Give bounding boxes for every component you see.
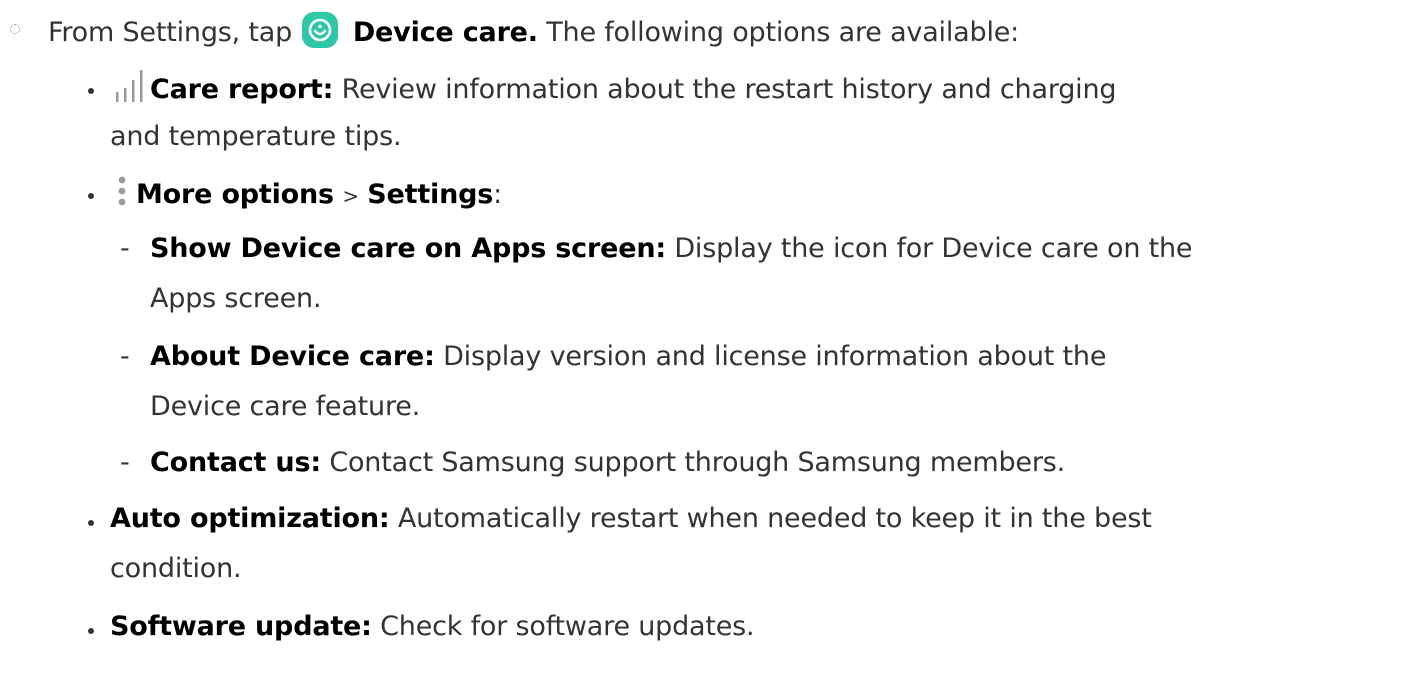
software-update-title: Software update [110,611,362,642]
list-item-care-report: Care report: Review information about th… [110,70,1117,113]
care-report-text-cont: and temperature tips. [110,120,402,154]
device-care-icon [302,12,339,48]
colon: : [655,233,666,264]
sub-item-title: Show Device care on Apps screen [150,233,656,264]
list-item-software-update: Software update: Check for software upda… [110,610,755,644]
colon: : [310,447,321,478]
step-app-name: Device care. [352,17,538,48]
more-options-icon [110,175,136,218]
sub-item-contact-us: Contact us: Contact Samsung support thro… [150,446,1065,480]
colon: : [378,503,390,534]
bullet-dot [88,193,94,199]
sub-item-text-line2: Device care feature. [150,391,421,422]
care-report-title: Care report [150,74,323,105]
dash-bullet: - [120,233,130,264]
bullet-dot [88,520,94,526]
care-report-text-line2: and temperature tips. [110,121,402,152]
sub-item-show-device-care: Show Device care on Apps screen: Display… [150,232,1193,266]
auto-optimization-text-cont: condition. [110,552,242,586]
sub-item-text-line2: Apps screen. [150,283,322,314]
sub-item-title: About Device care [150,341,425,372]
sub-item-text: Contact Samsung support through Samsung … [329,447,1065,478]
list-item-auto-optimization: Auto optimization: Automatically restart… [110,502,1152,536]
care-report-text: Review information about the restart his… [341,74,1117,105]
bullet-dot [88,628,94,634]
sub-item-text-cont: Apps screen. [150,282,322,316]
list-item-more-options: More options > Settings: [110,175,502,218]
sub-item-title: Contact us [150,447,311,478]
dash-bullet: - [120,447,130,478]
page: { "step": { "prefix": "From Settings, ta… [0,0,1410,683]
step-prefix: From Settings, tap [48,17,293,48]
more-options-title: More options [136,179,334,210]
colon: : [361,611,372,642]
step-suffix: The following options are available: [546,17,1020,48]
sub-item-text-cont: Device care feature. [150,390,420,424]
sub-item-text: Display the icon for Device care on the [674,233,1193,264]
auto-optimization-text-line2: condition. [110,553,242,584]
bullet-dot [88,88,94,94]
dash-bullet: - [120,341,130,372]
colon: : [322,74,334,105]
colon: : [424,341,435,372]
auto-optimization-title: Auto optimization [110,503,379,534]
software-update-text: Check for software updates. [380,611,755,642]
sub-item-text: Display version and license information … [443,341,1107,372]
bar-chart-icon [110,70,150,113]
auto-optimization-text: Automatically restart when needed to kee… [397,503,1152,534]
settings-title: Settings [367,179,494,210]
menu-separator: > [342,184,359,208]
sub-item-about-device-care: About Device care: Display version and l… [150,340,1106,374]
step-line: From Settings, tap Device care. The foll… [48,12,1019,50]
step-bullet-icon [10,24,20,34]
colon: : [493,179,503,210]
